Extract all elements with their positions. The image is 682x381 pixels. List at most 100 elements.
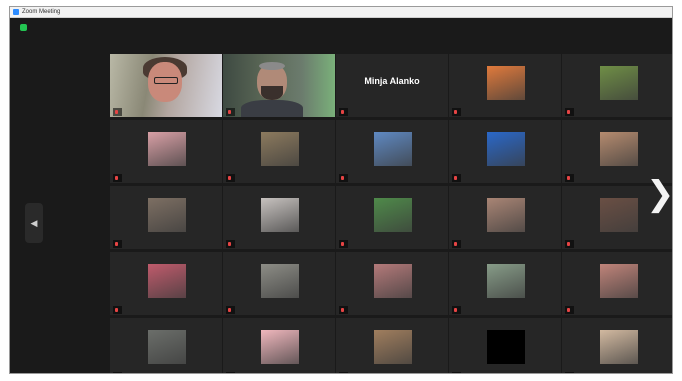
profile-photo [148, 132, 186, 166]
participant-name-label [452, 306, 461, 314]
participant-tile[interactable] [562, 252, 672, 315]
participant-name-label [452, 372, 461, 373]
participant-display-name: Minja Alanko [364, 76, 420, 86]
profile-photo [487, 330, 525, 364]
participant-tile[interactable] [110, 252, 222, 315]
profile-photo [487, 264, 525, 298]
profile-photo [600, 66, 638, 100]
participant-name-label [226, 108, 235, 116]
participant-tile[interactable] [449, 318, 561, 373]
glasses [154, 77, 178, 84]
mic-muted-icon [454, 242, 457, 246]
profile-photo [374, 330, 412, 364]
mic-muted-icon [567, 308, 570, 312]
participant-name-label [226, 240, 235, 248]
participant-tile[interactable] [449, 252, 561, 315]
participant-tile[interactable] [110, 120, 222, 183]
mic-muted-icon [567, 242, 570, 246]
mic-muted-icon [228, 242, 231, 246]
mic-muted-icon [454, 176, 457, 180]
mic-muted-icon [454, 110, 457, 114]
profile-photo [600, 330, 638, 364]
mic-muted-icon [341, 176, 344, 180]
profile-photo [600, 198, 638, 232]
profile-photo [148, 198, 186, 232]
previous-page-button[interactable]: ◀ [25, 203, 43, 243]
participant-tile[interactable] [223, 186, 335, 249]
participant-name-label [565, 306, 574, 314]
shirt [241, 100, 303, 117]
profile-photo [261, 132, 299, 166]
profile-photo [374, 132, 412, 166]
participant-name-label [565, 240, 574, 248]
participant-tile[interactable] [223, 252, 335, 315]
zoom-app-icon [13, 9, 19, 15]
mic-muted-icon [341, 308, 344, 312]
mic-muted-icon [115, 242, 118, 246]
profile-photo [261, 198, 299, 232]
mic-muted-icon [454, 308, 457, 312]
participant-name-label [113, 240, 122, 248]
gallery-view-grid: Minja Alanko [110, 54, 672, 373]
participant-name-label [565, 108, 574, 116]
security-shield-icon[interactable] [20, 24, 27, 31]
video-stream [110, 54, 222, 117]
mic-muted-icon [341, 110, 344, 114]
title-bar: Zoom Meeting [10, 7, 672, 18]
participant-tile[interactable] [110, 186, 222, 249]
participant-tile[interactable] [336, 120, 448, 183]
profile-photo [261, 330, 299, 364]
participant-name-label [339, 108, 348, 116]
participant-tile[interactable] [223, 54, 335, 117]
participant-tile[interactable] [449, 54, 561, 117]
participant-tile[interactable] [110, 54, 222, 117]
participant-name-label [339, 372, 348, 373]
participant-name-label [226, 174, 235, 182]
profile-photo [487, 198, 525, 232]
participant-name-label [339, 174, 348, 182]
participant-name-label [113, 108, 122, 116]
participant-name-label [339, 306, 348, 314]
participant-tile[interactable] [223, 120, 335, 183]
participant-name-label [113, 372, 122, 373]
participant-tile[interactable]: Minja Alanko [336, 54, 448, 117]
hair [259, 62, 285, 70]
participant-name-label [339, 240, 348, 248]
participant-tile[interactable] [449, 186, 561, 249]
participant-tile[interactable] [223, 318, 335, 373]
participant-name-label [452, 108, 461, 116]
participant-name-label [452, 174, 461, 182]
participant-tile[interactable] [110, 318, 222, 373]
profile-photo [600, 264, 638, 298]
video-stream [223, 54, 335, 117]
participant-name-label [452, 240, 461, 248]
participant-tile[interactable] [562, 54, 672, 117]
participant-tile[interactable] [336, 318, 448, 373]
participant-tile[interactable] [336, 186, 448, 249]
participant-name-label [565, 372, 574, 373]
profile-photo [261, 264, 299, 298]
mic-muted-icon [115, 308, 118, 312]
next-page-button[interactable]: ❯ [646, 175, 672, 215]
participant-name-label [113, 306, 122, 314]
participant-name-label [226, 372, 235, 373]
participant-tile[interactable] [336, 252, 448, 315]
participant-name-label [565, 174, 574, 182]
mic-muted-icon [567, 110, 570, 114]
mic-muted-icon [228, 110, 231, 114]
profile-photo [600, 132, 638, 166]
mic-muted-icon [228, 176, 231, 180]
arrow-left-icon: ◀ [30, 218, 38, 228]
participant-tile[interactable] [562, 318, 672, 373]
profile-photo [374, 198, 412, 232]
mic-muted-icon [115, 176, 118, 180]
meeting-window: Zoom Meeting ◀ Minja Alanko ❯ [9, 6, 673, 374]
mic-muted-icon [567, 176, 570, 180]
profile-photo [148, 264, 186, 298]
mic-muted-icon [228, 308, 231, 312]
mic-muted-icon [341, 242, 344, 246]
participant-name-label [226, 306, 235, 314]
participant-name-label [113, 174, 122, 182]
profile-photo [487, 66, 525, 100]
participant-tile[interactable] [449, 120, 561, 183]
